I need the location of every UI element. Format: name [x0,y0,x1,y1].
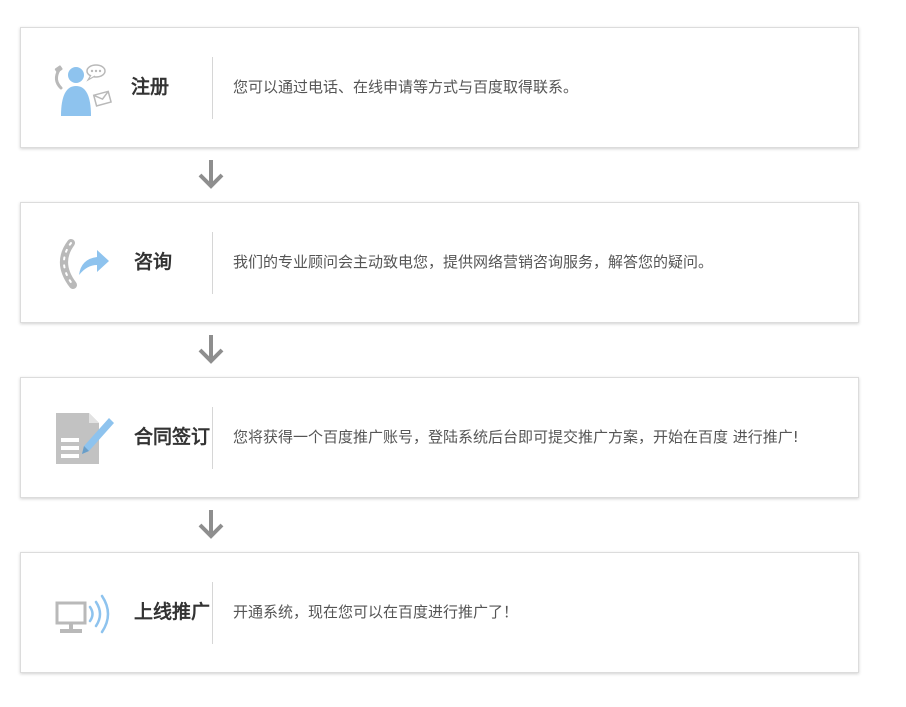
phone-callback-icon [51,233,117,295]
step-description: 开通系统，现在您可以在百度进行推广了！ [233,603,519,621]
divider [212,407,213,469]
step-title: 咨询 [134,251,173,273]
step-title: 合同签订 [134,426,211,448]
divider [212,232,213,294]
chevron-down-icon [196,158,226,190]
computer-broadcast-icon [51,583,117,645]
step-card-consult: 咨询 我们的专业顾问会主动致电您，提供网络营销咨询服务，解答您的疑问。 [20,202,859,323]
step-title: 上线推广 [134,601,211,623]
step-card-contract: 合同签订 您将获得一个百度推广账号，登陆系统后台即可提交推广方案，开始在百度 进… [20,377,859,498]
chevron-down-icon [196,333,226,365]
application-process: 注册 您可以通过电话、在线申请等方式与百度取得联系。 咨询 我们的专业顾问会主动… [0,0,906,707]
step-description: 您可以通过电话、在线申请等方式与百度取得联系。 [233,78,579,96]
step-card-launch: 上线推广 开通系统，现在您可以在百度进行推广了！ [20,552,859,673]
divider [212,582,213,644]
contract-sign-icon [51,408,117,470]
step-description: 您将获得一个百度推广账号，登陆系统后台即可提交推广方案，开始在百度 进行推广! [233,428,799,446]
step-card-register: 注册 您可以通过电话、在线申请等方式与百度取得联系。 [20,27,859,148]
step-description: 我们的专业顾问会主动致电您，提供网络营销咨询服务，解答您的疑问。 [233,253,714,271]
user-contact-icon [51,58,117,120]
divider [212,57,213,119]
step-title: 注册 [131,76,170,98]
chevron-down-icon [196,508,226,540]
